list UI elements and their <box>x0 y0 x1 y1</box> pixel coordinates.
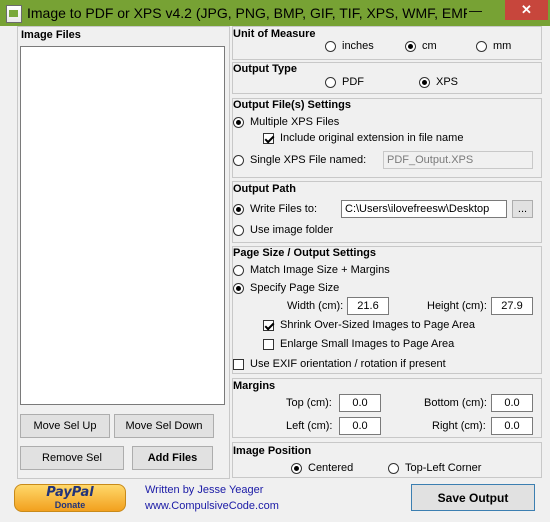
width-label: Width (cm): <box>287 300 344 312</box>
exif-checkbox[interactable] <box>233 358 244 370</box>
margin-bottom-field[interactable]: 0.0 <box>491 394 533 412</box>
exif-option[interactable]: Use EXIF orientation / rotation if prese… <box>233 358 446 370</box>
move-down-button[interactable]: Move Sel Down <box>114 414 214 438</box>
margin-right-label: Right (cm): <box>432 420 486 432</box>
output-files-panel: Output File(s) Settings Multiple XPS Fil… <box>232 98 542 178</box>
write-files-radio[interactable] <box>233 203 244 215</box>
close-button[interactable]: ✕ <box>505 0 548 20</box>
title-bar: Image to PDF or XPS v4.2 (JPG, PNG, BMP,… <box>0 0 550 26</box>
move-up-button[interactable]: Move Sel Up <box>20 414 110 438</box>
image-position-panel: Image Position Centered Top-Left Corner <box>232 442 542 478</box>
website-link[interactable]: www.CompulsiveCode.com <box>145 500 279 512</box>
margin-top-label: Top (cm): <box>286 397 332 409</box>
margin-top-field[interactable]: 0.0 <box>339 394 381 412</box>
unit-of-measure-panel: Unit of Measure inches cm mm <box>232 26 542 60</box>
output-pdf-label: PDF <box>342 76 364 88</box>
unit-inches-label: inches <box>342 40 374 52</box>
enlarge-images-option[interactable]: Enlarge Small Images to Page Area <box>263 338 454 350</box>
specify-size-label: Specify Page Size <box>250 282 340 294</box>
height-field[interactable]: 27.9 <box>491 297 533 315</box>
shrink-images-option[interactable]: Shrink Over-Sized Images to Page Area <box>263 319 475 331</box>
output-files-label: Output File(s) Settings <box>233 99 351 111</box>
output-pdf-radio[interactable] <box>325 76 336 88</box>
enlarge-images-checkbox[interactable] <box>263 338 274 350</box>
write-files-option[interactable]: Write Files to: <box>233 203 317 215</box>
remove-button[interactable]: Remove Sel <box>20 446 124 470</box>
exif-label: Use EXIF orientation / rotation if prese… <box>250 358 446 370</box>
position-top-left-label: Top-Left Corner <box>405 462 482 474</box>
match-size-radio[interactable] <box>233 264 244 276</box>
output-xps-radio[interactable] <box>419 76 430 88</box>
image-position-label: Image Position <box>233 445 312 457</box>
use-image-folder-radio[interactable] <box>233 224 244 236</box>
position-top-left-option[interactable]: Top-Left Corner <box>388 462 481 474</box>
match-size-option[interactable]: Match Image Size + Margins <box>233 264 390 276</box>
margins-label: Margins <box>233 380 276 392</box>
unit-of-measure-label: Unit of Measure <box>233 28 316 40</box>
unit-inches-radio[interactable] <box>325 40 336 52</box>
app-icon <box>6 5 22 23</box>
output-xps-label: XPS <box>436 76 459 88</box>
match-size-label: Match Image Size + Margins <box>250 264 390 276</box>
author-credit: Written by Jesse Yeager <box>145 484 264 496</box>
write-files-label: Write Files to: <box>250 203 318 215</box>
enlarge-images-label: Enlarge Small Images to Page Area <box>280 338 455 350</box>
window-title: Image to PDF or XPS v4.2 (JPG, PNG, BMP,… <box>27 5 467 21</box>
paypal-donate-button[interactable]: PayPal Donate <box>14 484 126 512</box>
output-xps-option[interactable]: XPS <box>419 76 458 88</box>
position-top-left-radio[interactable] <box>388 462 399 474</box>
unit-mm-radio[interactable] <box>476 40 487 52</box>
position-centered-label: Centered <box>308 462 354 474</box>
image-files-label: Image Files <box>21 29 81 41</box>
margin-left-field[interactable]: 0.0 <box>339 417 381 435</box>
shrink-images-checkbox[interactable] <box>263 319 274 331</box>
page-size-panel: Page Size / Output Settings Match Image … <box>232 246 542 374</box>
image-files-pane: Image Files Move Sel Up Move Sel Down Re… <box>17 26 230 479</box>
output-path-label: Output Path <box>233 183 296 195</box>
output-pdf-option[interactable]: PDF <box>325 76 364 88</box>
unit-cm-option[interactable]: cm <box>405 40 437 52</box>
output-path-field[interactable]: C:\Users\ilovefreesw\Desktop <box>341 200 507 218</box>
browse-button[interactable]: ... <box>512 200 533 218</box>
main-client-area: Image Files Move Sel Up Move Sel Down Re… <box>8 26 542 514</box>
use-image-folder-label: Use image folder <box>250 224 334 236</box>
single-file-option[interactable]: Single XPS File named: <box>233 154 366 166</box>
output-type-label: Output Type <box>233 63 297 75</box>
margin-left-label: Left (cm): <box>286 420 333 432</box>
single-file-label: Single XPS File named: <box>250 154 367 166</box>
include-extension-option[interactable]: Include original extension in file name <box>263 132 463 144</box>
unit-mm-option[interactable]: mm <box>476 40 511 52</box>
specify-size-option[interactable]: Specify Page Size <box>233 282 339 294</box>
paypal-donate-label: Donate <box>54 500 86 510</box>
height-label: Height (cm): <box>427 300 487 312</box>
margin-right-field[interactable]: 0.0 <box>491 417 533 435</box>
unit-mm-label: mm <box>493 40 512 52</box>
output-path-panel: Output Path Write Files to: C:\Users\ilo… <box>232 181 542 243</box>
unit-inches-option[interactable]: inches <box>325 40 374 52</box>
multiple-files-radio[interactable] <box>233 116 244 128</box>
single-file-name-field[interactable]: PDF_Output.XPS <box>383 151 533 169</box>
position-centered-radio[interactable] <box>291 462 302 474</box>
shrink-images-label: Shrink Over-Sized Images to Page Area <box>280 319 476 331</box>
image-files-list[interactable] <box>20 46 225 405</box>
include-extension-label: Include original extension in file name <box>280 132 464 144</box>
margin-bottom-label: Bottom (cm): <box>424 397 487 409</box>
position-centered-option[interactable]: Centered <box>291 462 353 474</box>
single-file-radio[interactable] <box>233 154 244 166</box>
multiple-files-label: Multiple XPS Files <box>250 116 340 128</box>
margins-panel: Margins Top (cm): 0.0 Bottom (cm): 0.0 L… <box>232 378 542 438</box>
paypal-logo-text: PayPal <box>46 485 94 500</box>
save-output-button[interactable]: Save Output <box>411 484 535 511</box>
multiple-files-option[interactable]: Multiple XPS Files <box>233 116 339 128</box>
width-field[interactable]: 21.6 <box>347 297 389 315</box>
unit-cm-label: cm <box>422 40 437 52</box>
include-extension-checkbox[interactable] <box>263 132 274 144</box>
use-image-folder-option[interactable]: Use image folder <box>233 224 333 236</box>
minimize-button[interactable]: — <box>463 0 488 20</box>
add-files-button[interactable]: Add Files <box>132 446 213 470</box>
output-type-panel: Output Type PDF XPS <box>232 62 542 94</box>
page-size-label: Page Size / Output Settings <box>233 247 377 259</box>
unit-cm-radio[interactable] <box>405 40 416 52</box>
specify-size-radio[interactable] <box>233 282 244 294</box>
